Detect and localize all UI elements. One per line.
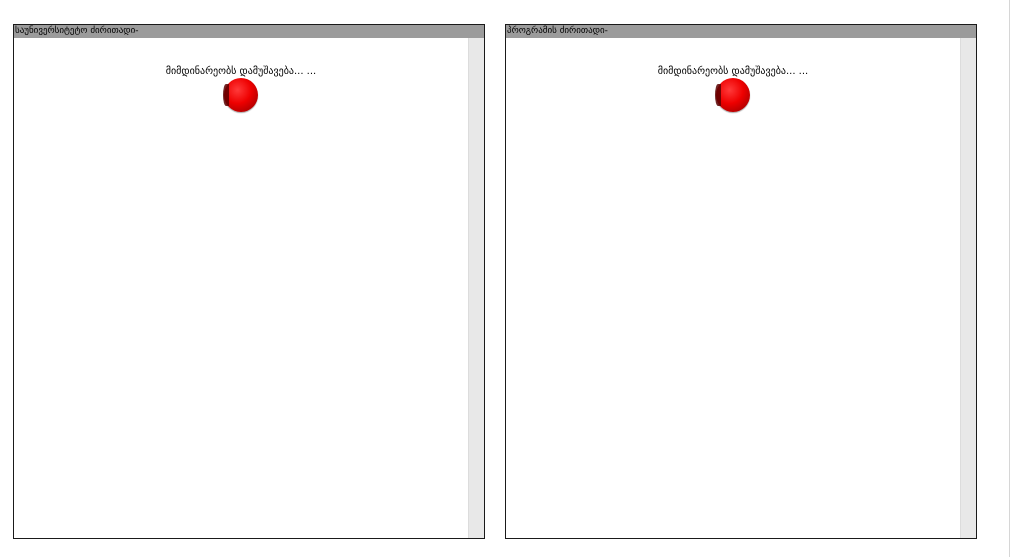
panel-content: მიმდინარეობს დამუშავება... ... xyxy=(506,38,960,538)
panel-title: პროგრამის ძირითადი- xyxy=(506,25,976,38)
loading-indicator: მიმდინარეობს დამუშავება... ... xyxy=(14,65,468,112)
page: საუნივერსიტეტო ძირითადი- მიმდინარეობს და… xyxy=(0,0,1026,557)
university-core-panel: საუნივერსიტეტო ძირითადი- მიმდინარეობს და… xyxy=(13,24,485,539)
loading-spinner-icon xyxy=(715,78,750,112)
loading-text: მიმდინარეობს დამუშავება... ... xyxy=(165,66,317,77)
spinner-ball xyxy=(716,78,750,112)
vertical-scrollbar[interactable] xyxy=(468,38,484,538)
panel-content: მიმდინარეობს დამუშავება... ... xyxy=(14,38,468,538)
program-core-panel: პროგრამის ძირითადი- მიმდინარეობს დამუშავ… xyxy=(505,24,977,539)
spinner-notch xyxy=(715,84,721,106)
loading-indicator: მიმდინარეობს დამუშავება... ... xyxy=(506,65,960,112)
loading-text: მიმდინარეობს დამუშავება... ... xyxy=(657,66,809,77)
spinner-notch xyxy=(223,84,229,106)
spinner-ball xyxy=(224,78,258,112)
loading-spinner-icon xyxy=(223,78,258,112)
page-divider xyxy=(1009,0,1010,557)
vertical-scrollbar[interactable] xyxy=(960,38,976,538)
panel-title: საუნივერსიტეტო ძირითადი- xyxy=(14,25,484,38)
